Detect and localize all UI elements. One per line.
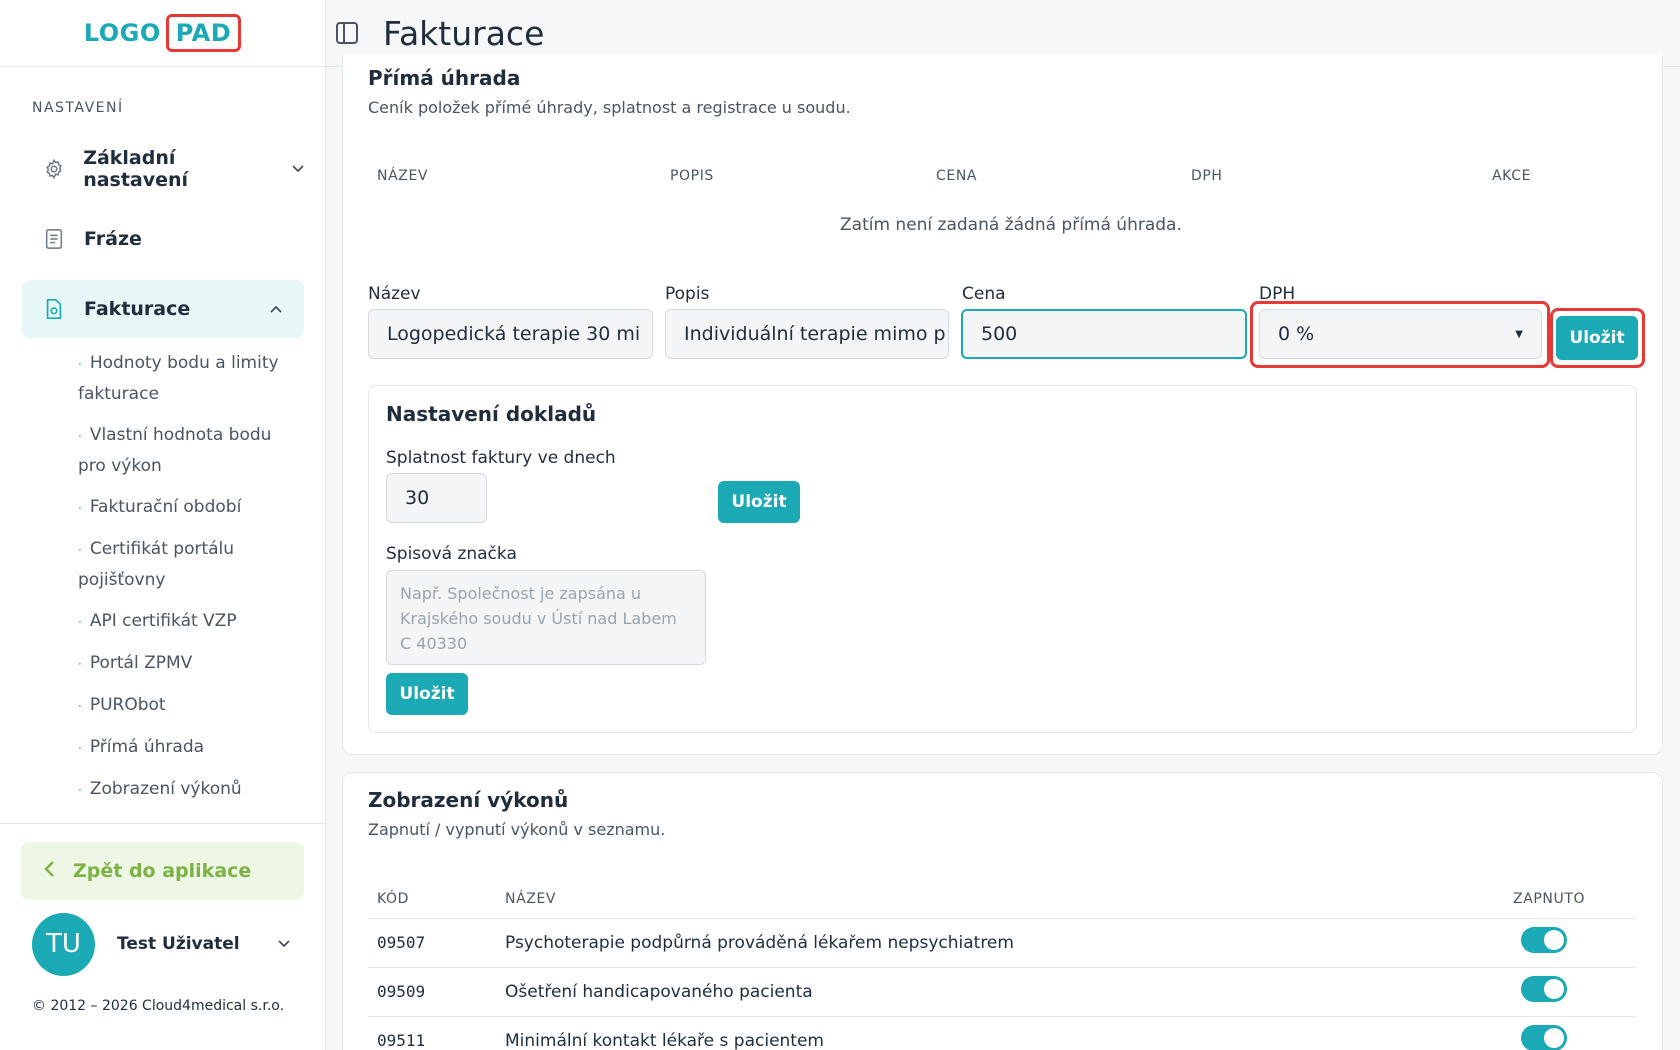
table-divider bbox=[368, 967, 1636, 968]
sidebar-toggle-icon[interactable] bbox=[336, 22, 358, 44]
back-to-app-button[interactable]: Zpět do aplikace bbox=[21, 842, 304, 900]
service-code: 09511 bbox=[377, 1031, 426, 1050]
description-label: Popis bbox=[665, 284, 710, 304]
table-divider bbox=[368, 918, 1636, 919]
copyright: © 2012 – 2026 Cloud4medical s.r.o. bbox=[32, 998, 285, 1014]
enabled-toggle[interactable] bbox=[1521, 927, 1567, 953]
documents-card bbox=[368, 385, 1637, 733]
user-menu[interactable]: TU Test Uživatel bbox=[32, 912, 308, 976]
invoice-icon bbox=[42, 297, 66, 321]
submenu-item[interactable]: · Portál ZPMV bbox=[78, 648, 304, 679]
services-subtitle: Zapnutí / vypnutí výkonů v seznamu. bbox=[368, 820, 666, 839]
vat-select[interactable]: 0 % ▼ bbox=[1259, 309, 1542, 359]
avatar: TU bbox=[32, 912, 95, 976]
direct-payment-title: Přímá úhrada bbox=[368, 66, 521, 90]
invoicing-submenu: · Hodnoty bodu a limity fakturace · Vlastn… bbox=[78, 348, 304, 816]
enabled-toggle[interactable] bbox=[1521, 976, 1567, 1002]
price-input[interactable]: 500 bbox=[961, 309, 1247, 359]
column-header-code: KÓD bbox=[377, 891, 410, 907]
submenu-item[interactable]: · API certifikát VZP bbox=[78, 606, 304, 637]
name-label: Název bbox=[368, 284, 421, 304]
caret-down-icon: ▼ bbox=[1515, 328, 1523, 340]
description-input[interactable]: Individuální terapie mimo p bbox=[665, 309, 949, 359]
file-number-textarea[interactable]: Např. Společnost je zapsána u Krajského … bbox=[386, 570, 706, 665]
user-name: Test Uživatel bbox=[117, 934, 240, 954]
service-code: 09507 bbox=[377, 933, 426, 952]
file-number-label: Spisová značka bbox=[386, 544, 517, 564]
sidebar-item-label: Základní nastavení bbox=[83, 147, 189, 191]
save-due-days-button[interactable]: Uložit bbox=[718, 481, 800, 523]
vat-select-value: 0 % bbox=[1278, 323, 1315, 345]
sidebar-item-label: Fakturace bbox=[84, 298, 191, 320]
save-file-number-button[interactable]: Uložit bbox=[386, 673, 468, 715]
name-input[interactable]: Logopedická terapie 30 mi bbox=[368, 309, 653, 359]
submenu-item[interactable]: · Přímá úhrada bbox=[78, 732, 304, 763]
due-days-input[interactable]: 30 bbox=[386, 473, 487, 523]
column-header-vat: DPH bbox=[1191, 168, 1223, 184]
services-title: Zobrazení výkonů bbox=[368, 788, 569, 812]
empty-message: Zatím není zadaná žádná přímá úhrada. bbox=[840, 215, 1182, 235]
chevron-left-icon bbox=[43, 859, 55, 884]
column-header-description: POPIS bbox=[670, 168, 714, 184]
service-code: 09509 bbox=[377, 982, 426, 1001]
column-header-service-name: NÁZEV bbox=[505, 891, 557, 907]
price-label: Cena bbox=[962, 284, 1006, 304]
submenu-item[interactable]: · PURObot bbox=[78, 690, 304, 721]
service-name: Minimální kontakt lékaře s pacientem bbox=[505, 1031, 824, 1050]
section-label: NASTAVENÍ bbox=[32, 100, 124, 116]
column-header-actions: AKCE bbox=[1492, 168, 1532, 184]
logo[interactable]: LOGO PAD bbox=[83, 14, 242, 52]
submenu-item[interactable]: · Zobrazení výkonů bbox=[78, 774, 304, 805]
direct-payment-subtitle: Ceník položek přímé úhrady, splatnost a … bbox=[368, 98, 851, 117]
page-title: Fakturace bbox=[383, 13, 545, 53]
sidebar-item-basic-settings[interactable]: Základní nastavení bbox=[22, 140, 304, 198]
back-label: Zpět do aplikace bbox=[73, 860, 252, 882]
service-name: Ošetření handicapovaného pacienta bbox=[505, 982, 813, 1002]
submenu-item[interactable]: · Vlastní hodnota bodu pro výkon bbox=[78, 420, 304, 481]
submenu-item[interactable]: · Certifikát portálu pojišťovny bbox=[78, 534, 304, 595]
sidebar-item-phrases[interactable]: Fráze bbox=[22, 210, 304, 268]
services-card bbox=[342, 772, 1663, 1050]
submenu-item[interactable]: · Fakturační období bbox=[78, 492, 304, 523]
save-direct-payment-button[interactable]: Uložit bbox=[1556, 316, 1638, 360]
chevron-down-icon bbox=[292, 162, 304, 176]
due-days-label: Splatnost faktury ve dnech bbox=[386, 448, 616, 468]
chevron-down-icon bbox=[278, 937, 290, 951]
logo-pad: PAD bbox=[165, 14, 242, 52]
logo-text: LOGO bbox=[83, 19, 161, 47]
service-name: Psychoterapie podpůrná prováděná lékařem… bbox=[505, 933, 1014, 953]
table-divider bbox=[368, 1016, 1636, 1017]
sidebar-divider bbox=[0, 823, 326, 824]
document-icon bbox=[42, 227, 66, 251]
gear-icon bbox=[42, 157, 65, 181]
sidebar-item-label: Fráze bbox=[84, 228, 142, 250]
logo-area: LOGO PAD bbox=[0, 0, 325, 67]
enabled-toggle[interactable] bbox=[1521, 1025, 1567, 1050]
sidebar: LOGO PAD NASTAVENÍ Základní nastavení Fr… bbox=[0, 0, 326, 1050]
column-header-price: CENA bbox=[936, 168, 978, 184]
submenu-item[interactable]: · Hodnoty bodu a limity fakturace bbox=[78, 348, 304, 409]
column-header-name: NÁZEV bbox=[377, 168, 429, 184]
chevron-up-icon bbox=[270, 302, 282, 316]
documents-title: Nastavení dokladů bbox=[386, 402, 597, 426]
column-header-enabled: ZAPNUTO bbox=[1513, 891, 1586, 907]
sidebar-item-invoicing[interactable]: Fakturace bbox=[22, 280, 304, 338]
